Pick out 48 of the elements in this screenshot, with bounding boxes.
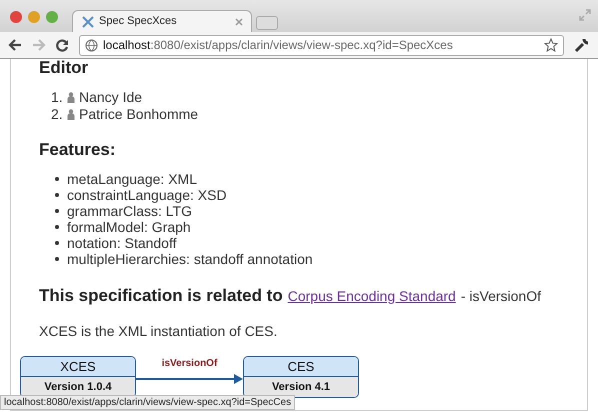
bullet-icon — [55, 177, 59, 181]
spec-node[interactable]: XCES Version 1.0.4 — [20, 356, 136, 398]
status-bar: localhost:8080/exist/apps/clarin/views/view-spec.xq?id=SpecCes — [0, 395, 296, 410]
feature-item: formalModel: Graph — [67, 219, 191, 235]
spec-link[interactable]: Corpus Encoding Standard — [288, 286, 456, 307]
zoom-window-button[interactable] — [46, 11, 58, 23]
bullet-icon — [55, 225, 59, 229]
close-icon[interactable] — [235, 18, 243, 26]
node-version: Version 4.1 — [244, 376, 358, 396]
new-tab-button[interactable] — [256, 16, 278, 30]
forward-icon[interactable] — [32, 39, 46, 51]
reload-icon[interactable] — [56, 38, 69, 52]
section-heading: Features: — [39, 141, 117, 159]
globe-icon — [85, 38, 98, 52]
feature-item: constraintLanguage: XSD — [67, 187, 227, 203]
fullscreen-icon[interactable] — [578, 8, 592, 22]
section-heading: Editor — [39, 59, 90, 77]
back-icon[interactable] — [8, 39, 22, 51]
bullet-icon — [55, 257, 59, 261]
section-heading: This specification is related to — [39, 285, 283, 307]
star-icon[interactable] — [544, 38, 558, 52]
description-text: XCES is the XML instantiation of CES. — [39, 322, 278, 340]
list-number: 2. — [51, 106, 63, 123]
bullet-icon — [55, 209, 59, 213]
page-icon — [81, 14, 95, 28]
editor-name: Patrice Bonhomme — [79, 106, 198, 123]
person-icon — [67, 109, 75, 120]
address-bar[interactable]: localhost:8080/exist/apps/clarin/views/view-spec.xq?id=SpecXces — [79, 34, 564, 56]
feature-item: notation: Standoff — [67, 235, 176, 251]
tab-title: Spec SpecXces — [99, 14, 178, 30]
close-window-button[interactable] — [10, 11, 22, 23]
url-text: localhost:8080/exist/apps/clarin/views/view-spec.xq?id=SpecXces — [103, 37, 454, 54]
feature-item: metaLanguage: XML — [67, 171, 197, 187]
node-version: Version 1.0.4 — [21, 376, 135, 396]
edge-label: isVersionOf — [162, 358, 218, 370]
bullet-icon — [55, 193, 59, 197]
feature-item: multipleHierarchies: standoff annotation — [67, 251, 313, 267]
node-title: XCES — [21, 356, 135, 376]
person-icon — [67, 92, 75, 103]
editor-name: Nancy Ide — [79, 89, 142, 106]
browser-tab[interactable]: Spec SpecXces — [72, 10, 252, 32]
relation-text: - isVersionOf — [460, 287, 541, 306]
feature-item: grammarClass: LTG — [67, 203, 192, 219]
list-number: 1. — [51, 89, 63, 106]
spec-node[interactable]: CES Version 4.1 — [243, 356, 359, 398]
bullet-icon — [55, 241, 59, 245]
minimize-window-button[interactable] — [28, 11, 40, 23]
node-title: CES — [244, 356, 358, 376]
